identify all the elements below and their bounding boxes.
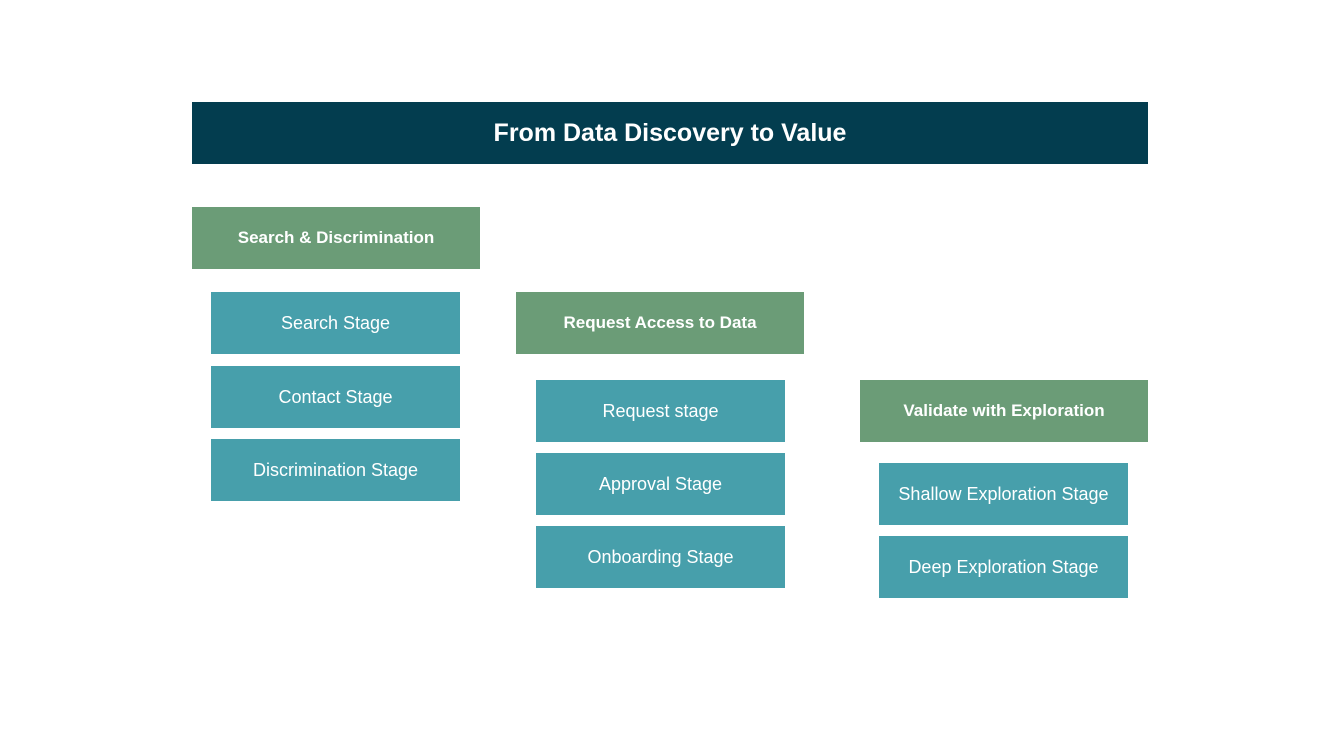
stage-onboarding: Onboarding Stage	[536, 526, 785, 588]
stage-deep-exploration: Deep Exploration Stage	[879, 536, 1128, 598]
stage-contact: Contact Stage	[211, 366, 460, 428]
stage-request: Request stage	[536, 380, 785, 442]
stage-discrimination: Discrimination Stage	[211, 439, 460, 501]
phase-request-access: Request Access to Data	[516, 292, 804, 354]
phase-validate-exploration: Validate with Exploration	[860, 380, 1148, 442]
phase-search-discrimination: Search & Discrimination	[192, 207, 480, 269]
stage-approval: Approval Stage	[536, 453, 785, 515]
diagram-title: From Data Discovery to Value	[192, 102, 1148, 164]
stage-shallow-exploration: Shallow Exploration Stage	[879, 463, 1128, 525]
stage-search: Search Stage	[211, 292, 460, 354]
